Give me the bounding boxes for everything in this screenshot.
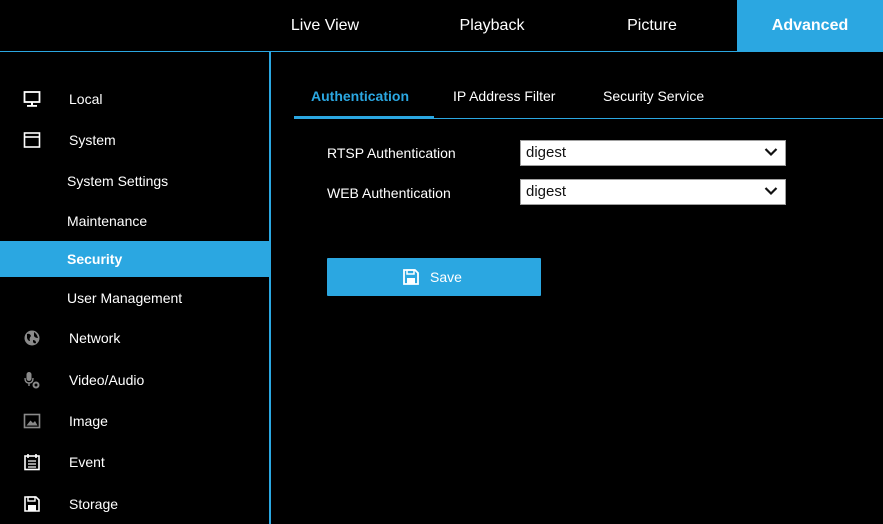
rtsp-authentication-label: RTSP Authentication xyxy=(327,145,456,161)
sidebar-item-maintenance[interactable]: Maintenance xyxy=(0,203,269,239)
sidebar-item-label: Maintenance xyxy=(67,213,148,229)
sidebar-item-label: Image xyxy=(69,413,108,429)
save-button-label: Save xyxy=(430,269,462,285)
sidebar-item-network[interactable]: Network xyxy=(0,320,269,356)
sidebar-item-label: User Management xyxy=(67,290,183,306)
sidebar: Local System System Settings Maintenance… xyxy=(0,52,269,524)
calendar-icon xyxy=(24,454,40,471)
top-navigation: Live View Playback Picture Advanced xyxy=(0,0,883,52)
sidebar-item-event[interactable]: Event xyxy=(0,444,269,480)
image-icon xyxy=(23,413,41,429)
sidebar-item-user-management[interactable]: User Management xyxy=(0,280,269,316)
web-authentication-value: digest xyxy=(526,183,567,200)
globe-icon xyxy=(24,330,40,346)
rtsp-authentication-select[interactable]: digest xyxy=(520,140,786,166)
web-authentication-label: WEB Authentication xyxy=(327,185,451,201)
sidebar-item-video-audio[interactable]: Video/Audio xyxy=(0,362,269,398)
sidebar-item-label: Storage xyxy=(69,496,119,512)
sidebar-item-system-settings[interactable]: System Settings xyxy=(0,163,269,199)
sidebar-item-label: Security xyxy=(67,251,123,267)
tab-live-view[interactable]: Live View xyxy=(271,0,379,51)
tab-playback[interactable]: Playback xyxy=(430,0,554,51)
rtsp-authentication-value: digest xyxy=(526,144,567,161)
tab-ip-address-filter[interactable]: IP Address Filter xyxy=(453,76,555,116)
tab-security-service[interactable]: Security Service xyxy=(603,76,704,116)
sidebar-item-label: System Settings xyxy=(67,173,169,189)
sidebar-item-label: System xyxy=(69,132,116,148)
chevron-down-icon xyxy=(764,187,778,196)
microphone-camera-icon xyxy=(24,372,40,389)
sidebar-item-local[interactable]: Local xyxy=(0,81,269,117)
window-icon xyxy=(23,132,41,148)
sidebar-item-security[interactable]: Security xyxy=(0,241,269,277)
chevron-down-icon xyxy=(764,148,778,157)
tab-picture[interactable]: Picture xyxy=(590,0,714,51)
save-icon xyxy=(403,269,419,285)
sidebar-item-storage[interactable]: Storage xyxy=(0,486,269,522)
tab-authentication[interactable]: Authentication xyxy=(311,76,409,116)
sidebar-item-label: Event xyxy=(69,454,105,470)
save-icon xyxy=(24,496,40,512)
tab-advanced[interactable]: Advanced xyxy=(737,0,883,51)
active-subtab-indicator xyxy=(294,116,434,119)
monitor-icon xyxy=(23,91,41,107)
sidebar-item-system[interactable]: System xyxy=(0,122,269,158)
web-authentication-select[interactable]: digest xyxy=(520,179,786,205)
main-content: Authentication IP Address Filter Securit… xyxy=(271,52,883,524)
sidebar-item-label: Network xyxy=(69,330,121,346)
save-button[interactable]: Save xyxy=(327,258,541,296)
sidebar-item-image[interactable]: Image xyxy=(0,403,269,439)
sidebar-item-label: Local xyxy=(69,91,103,107)
sidebar-item-label: Video/Audio xyxy=(69,372,145,388)
